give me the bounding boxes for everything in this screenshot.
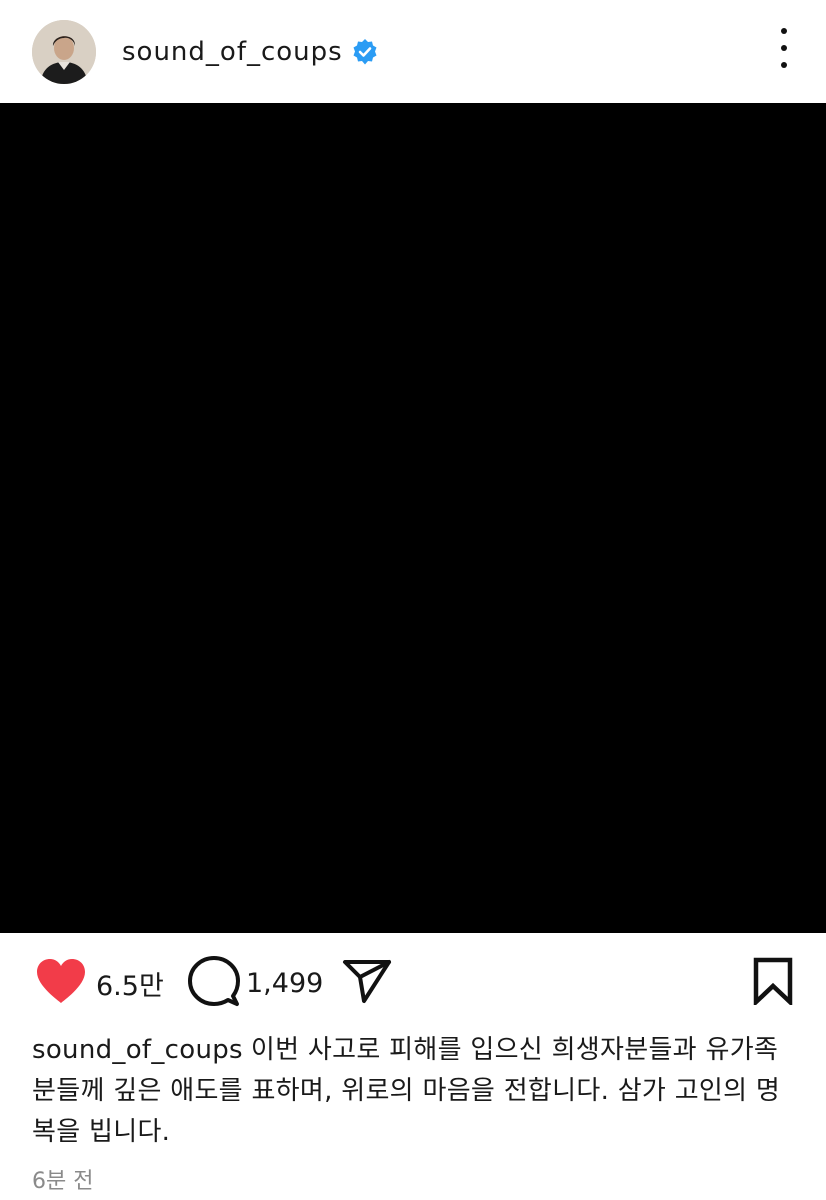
comment-bubble-icon: [188, 955, 240, 1011]
comment-button[interactable]: 1,499: [188, 950, 323, 1016]
menu-dot: [781, 62, 787, 68]
comment-count[interactable]: 1,499: [246, 968, 323, 999]
avatar[interactable]: [32, 19, 96, 84]
like-button[interactable]: 6.5만: [34, 950, 164, 1016]
post-timestamp[interactable]: 6분 전: [32, 1163, 93, 1195]
action-bar: 6.5만 1,499: [0, 950, 826, 1016]
instagram-post: sound_of_coups 6.5만 1,499 sound_of_coups…: [0, 0, 826, 1200]
post-username[interactable]: sound_of_coups: [122, 37, 343, 67]
save-button[interactable]: [752, 950, 794, 1016]
menu-dot: [781, 45, 787, 51]
avatar-image: [32, 19, 96, 84]
more-vertical-icon[interactable]: [772, 28, 796, 68]
verified-badge-icon: [351, 38, 379, 66]
post-media[interactable]: [0, 103, 826, 933]
send-icon: [342, 958, 392, 1008]
like-count[interactable]: 6.5만: [96, 964, 164, 1003]
post-caption: sound_of_coups 이번 사고로 피해를 입으신 희생자분들과 유가족분…: [32, 1030, 802, 1153]
share-button[interactable]: [342, 950, 392, 1016]
menu-dot: [781, 28, 787, 34]
post-header: sound_of_coups: [0, 0, 826, 103]
heart-filled-icon: [34, 957, 88, 1009]
bookmark-icon: [752, 957, 794, 1009]
caption-username[interactable]: sound_of_coups: [32, 1035, 243, 1065]
